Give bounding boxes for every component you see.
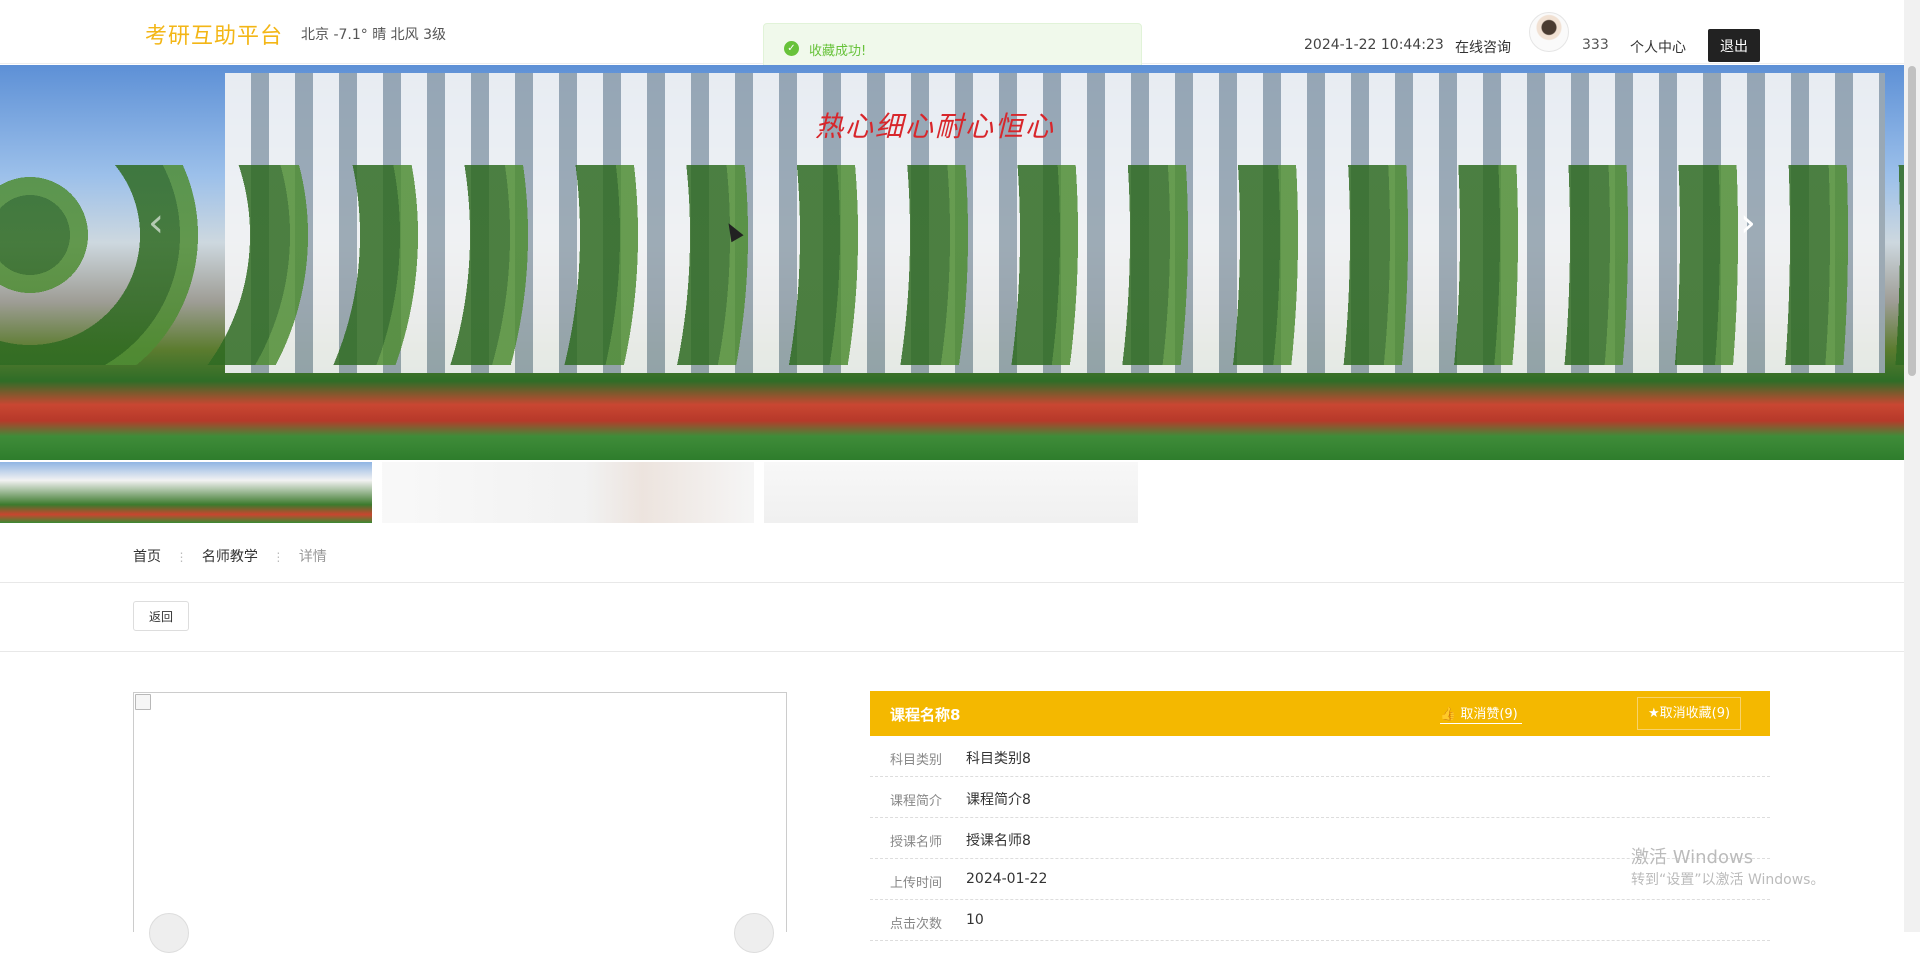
breadcrumb-separator-icon: ⋮ [175, 550, 188, 564]
course-title: 课程名称8 [890, 706, 961, 724]
divider [0, 582, 1904, 583]
banner-slogan: 热心细心耐心恒心 [815, 110, 1056, 143]
detail-value: 10 [966, 912, 984, 928]
breadcrumb-separator-icon: ⋮ [272, 550, 285, 564]
username: 333 [1582, 37, 1609, 53]
thumbnail-1[interactable] [0, 462, 372, 523]
unlike-label: 取消赞(9) [1460, 707, 1518, 722]
check-circle-icon: ✓ [784, 41, 799, 56]
chevron-left-icon[interactable]: ‹ [138, 193, 174, 253]
activation-watermark: 激活 Windows [1631, 847, 1754, 868]
detail-label: 点击次数 [890, 917, 943, 932]
profile-link[interactable]: 个人中心 [1630, 37, 1686, 57]
carousel-prev-button[interactable] [149, 913, 189, 953]
breadcrumb-home[interactable]: 首页 [133, 549, 161, 565]
detail-label: 授课名师 [890, 835, 943, 850]
banner-trees [0, 165, 1904, 365]
detail-value: 课程简介8 [966, 792, 1031, 808]
detail-row: 科目类别 科目类别8 [870, 736, 1770, 777]
course-image-carousel [133, 692, 787, 953]
breadcrumb-current: 详情 [298, 549, 327, 565]
detail-row: 课程简介 课程简介8 [870, 777, 1770, 818]
detail-label: 课程简介 [890, 794, 943, 809]
course-header: 课程名称8 👍 取消赞(9) ★取消收藏(9) [870, 691, 1770, 736]
course-detail-panel: 课程名称8 👍 取消赞(9) ★取消收藏(9) 科目类别 科目类别8 课程简介 … [870, 691, 1770, 941]
unlike-button[interactable]: 👍 取消赞(9) [1440, 703, 1522, 724]
activation-watermark-hint: 转到“设置”以激活 Windows。 [1631, 872, 1825, 888]
detail-label: 上传时间 [890, 876, 943, 891]
weather-info: 北京 -7.1° 晴 北风 3级 [301, 27, 447, 43]
divider [0, 651, 1904, 652]
breadcrumb: 首页 ⋮ 名师教学 ⋮ 详情 [133, 546, 337, 566]
toast-message: 收藏成功! [809, 44, 867, 59]
detail-value: 2024-01-22 [966, 871, 1048, 887]
detail-value: 授课名师8 [966, 833, 1031, 849]
logout-button[interactable]: 退出 [1708, 29, 1760, 62]
carousel-next-button[interactable] [734, 913, 774, 953]
detail-row: 点击次数 10 [870, 900, 1770, 941]
breadcrumb-teachers[interactable]: 名师教学 [202, 549, 258, 565]
banner-thumbnails [0, 462, 1904, 524]
site-logo[interactable]: 考研互助平台 [145, 18, 283, 50]
detail-label: 科目类别 [890, 753, 943, 768]
online-consult-link[interactable]: 在线咨询 [1455, 37, 1511, 57]
detail-value: 科目类别8 [966, 751, 1031, 767]
thumbnail-3[interactable] [764, 462, 1138, 523]
chevron-right-icon[interactable]: › [1730, 193, 1766, 253]
back-button[interactable]: 返回 [133, 601, 189, 631]
broken-image-icon [135, 694, 151, 710]
scrollbar-thumb[interactable] [1908, 66, 1916, 376]
banner-carousel[interactable]: 热心细心耐心恒心 ‹ › [0, 65, 1904, 460]
unfavorite-button[interactable]: ★取消收藏(9) [1637, 697, 1742, 730]
vertical-scrollbar[interactable] [1904, 0, 1920, 932]
thumbnail-2[interactable] [382, 462, 754, 523]
thumbs-up-icon: 👍 [1440, 707, 1457, 722]
avatar[interactable] [1529, 12, 1569, 52]
current-datetime: 2024-1-22 10:44:23 [1304, 37, 1444, 53]
